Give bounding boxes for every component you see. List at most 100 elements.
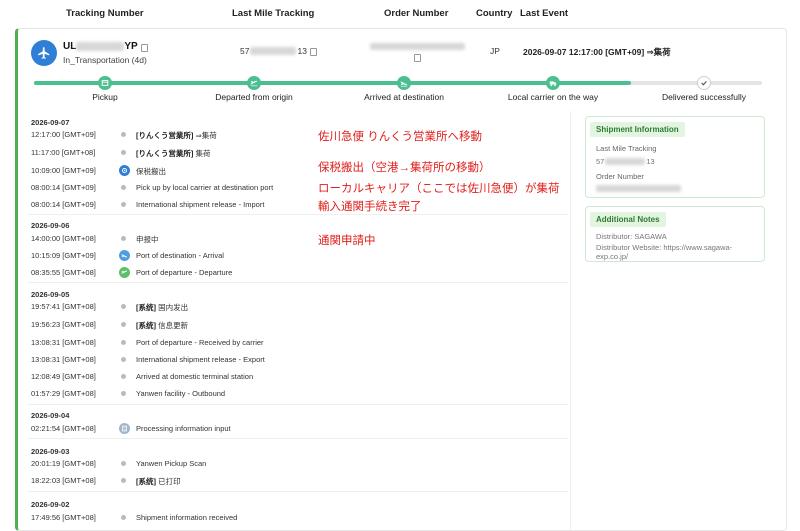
timeline-dot bbox=[121, 391, 126, 396]
redacted-order-number bbox=[596, 185, 681, 192]
event-time: 13:08:31 [GMT+08] bbox=[31, 338, 96, 347]
additional-notes-title: Additional Notes bbox=[590, 212, 666, 227]
plane-arrive-icon bbox=[119, 250, 130, 261]
timeline-dot bbox=[121, 304, 126, 309]
copy-icon[interactable] bbox=[309, 48, 317, 56]
event-time: 12:08:49 [GMT+08] bbox=[31, 372, 96, 381]
tracking-number-prefix: UL bbox=[63, 41, 77, 52]
shipment-summary[interactable]: UL YP In_Transportation (4d) 57 13 JP 20… bbox=[18, 29, 786, 71]
timeline-dot bbox=[121, 478, 126, 483]
order-number[interactable] bbox=[370, 43, 465, 63]
timeline-dot bbox=[121, 322, 126, 327]
event-text: Processing information input bbox=[136, 424, 231, 433]
last-mile-suffix: 13 bbox=[646, 157, 655, 166]
event-text: [系统] 信息更新 bbox=[136, 321, 189, 330]
redacted-last-mile bbox=[605, 158, 646, 165]
box-icon bbox=[98, 76, 112, 90]
event-time: 19:56:23 [GMT+08] bbox=[31, 320, 96, 329]
shipment-info-panel: Shipment Information Last Mile Tracking … bbox=[585, 116, 765, 198]
event-text: International shipment release - Export bbox=[136, 355, 265, 364]
event-time: 19:57:41 [GMT+08] bbox=[31, 302, 96, 311]
event-time: 10:09:00 [GMT+09] bbox=[31, 166, 96, 175]
last-mile-value[interactable]: 57 13 bbox=[596, 157, 655, 166]
last-event-summary: 2026-09-07 12:17:00 [GMT+09] ⇒集荷 bbox=[523, 47, 671, 57]
order-number-value[interactable] bbox=[596, 185, 681, 192]
timeline-date: 2026-09-05 bbox=[31, 290, 70, 299]
order-number-label: Order Number bbox=[596, 172, 644, 181]
event-time: 11:17:00 [GMT+08] bbox=[31, 148, 96, 157]
timeline-dot bbox=[121, 357, 126, 362]
distributor-name: Distributor: SAGAWA bbox=[596, 232, 667, 241]
distributor-website[interactable]: Distributor Website: https://www.sagawa-… bbox=[596, 243, 761, 261]
document-icon bbox=[119, 423, 130, 434]
event-time: 02:21:54 [GMT+08] bbox=[31, 424, 96, 433]
timeline-dot bbox=[121, 150, 126, 155]
annotation: 通関申請中 bbox=[318, 235, 376, 247]
tracking-number-suffix: YP bbox=[124, 41, 138, 52]
group-divider bbox=[28, 491, 568, 492]
header-last-mile: Last Mile Tracking bbox=[232, 8, 315, 19]
event-time: 08:35:55 [GMT+08] bbox=[31, 268, 96, 277]
event-text: 申报中 bbox=[136, 235, 159, 244]
check-icon bbox=[697, 76, 711, 90]
shipment-info-title: Shipment Information bbox=[590, 122, 685, 137]
last-mile-prefix: 57 bbox=[240, 46, 250, 56]
plane-arrive-icon bbox=[397, 76, 411, 90]
annotation: 保税搬出（空港→集荷所の移動） bbox=[318, 162, 491, 174]
event-time: 14:00:00 [GMT+08] bbox=[31, 234, 96, 243]
last-mile-label: Last Mile Tracking bbox=[596, 144, 657, 153]
copy-icon[interactable] bbox=[140, 43, 148, 52]
timeline-date: 2026-09-04 bbox=[31, 411, 70, 420]
copy-icon[interactable] bbox=[414, 54, 421, 62]
event-text: [りんくう営業所] ⇒集荷 bbox=[136, 131, 217, 140]
event-time: 08:00:14 [GMT+09] bbox=[31, 200, 96, 209]
shipment-card: UL YP In_Transportation (4d) 57 13 JP 20… bbox=[15, 28, 787, 531]
header-country: Country bbox=[476, 8, 513, 19]
event-text: Port of departure - Departure bbox=[136, 268, 233, 277]
event-time: 17:49:56 [GMT+08] bbox=[31, 513, 96, 522]
airplane-icon bbox=[31, 40, 57, 66]
redacted-last-mile bbox=[250, 47, 297, 55]
progress-tracker: Pickup Departed from origin Arrived at d… bbox=[18, 73, 786, 109]
plane-depart-icon bbox=[119, 267, 130, 278]
header-tracking-number: Tracking Number bbox=[66, 8, 144, 19]
event-text: [系统] 已打印 bbox=[136, 477, 181, 486]
step-label-pickup: Pickup bbox=[92, 92, 118, 102]
event-text: Yanwen facility - Outbound bbox=[136, 389, 226, 398]
group-divider bbox=[28, 438, 568, 439]
event-text: Shipment information received bbox=[136, 513, 238, 522]
truck-icon bbox=[546, 76, 560, 90]
timeline-dot bbox=[121, 461, 126, 466]
step-label-departed: Departed from origin bbox=[215, 92, 293, 102]
customs-icon bbox=[119, 165, 130, 176]
event-text: Port of destination - Arrival bbox=[136, 251, 224, 260]
shipment-status: In_Transportation (4d) bbox=[63, 55, 147, 65]
event-text: Port of departure - Received by carrier bbox=[136, 338, 264, 347]
timeline-dot bbox=[121, 202, 126, 207]
timeline-dot bbox=[121, 236, 126, 241]
header-last-event: Last Event bbox=[520, 8, 569, 19]
tracking-timeline: 2026-09-07 12:17:00 [GMT+09] [りんくう営業所] ⇒… bbox=[18, 111, 571, 530]
event-text: [りんくう営業所] 集荷 bbox=[136, 149, 211, 158]
event-time: 12:17:00 [GMT+09] bbox=[31, 130, 96, 139]
event-time: 18:22:03 [GMT+08] bbox=[31, 476, 96, 485]
step-label-local-carrier: Local carrier on the way bbox=[507, 92, 599, 102]
progress-bar-fill bbox=[34, 81, 631, 85]
timeline-dot bbox=[121, 185, 126, 190]
event-time: 13:08:31 [GMT+08] bbox=[31, 355, 96, 364]
event-text: International shipment release - Import bbox=[136, 200, 265, 209]
tracking-number[interactable]: UL YP bbox=[63, 41, 148, 52]
timeline-dot bbox=[121, 515, 126, 520]
event-text: 保税搬出 bbox=[136, 167, 166, 176]
annotation: ローカルキャリア（ここでは佐川急便）が集荷 bbox=[318, 183, 560, 195]
event-text: [系统] 国内发出 bbox=[136, 303, 189, 312]
annotation: 佐川急便 りんくう営業所へ移動 bbox=[318, 131, 482, 143]
timeline-date: 2026-09-06 bbox=[31, 221, 70, 230]
timeline-date: 2026-09-07 bbox=[31, 118, 70, 127]
event-text: Yanwen Pickup Scan bbox=[136, 459, 207, 468]
last-mile-number[interactable]: 57 13 bbox=[240, 46, 317, 56]
country-code: JP bbox=[490, 46, 500, 56]
step-label-delivered: Delivered successfully bbox=[661, 92, 747, 102]
timeline-dot bbox=[121, 132, 126, 137]
timeline-dot bbox=[121, 374, 126, 379]
